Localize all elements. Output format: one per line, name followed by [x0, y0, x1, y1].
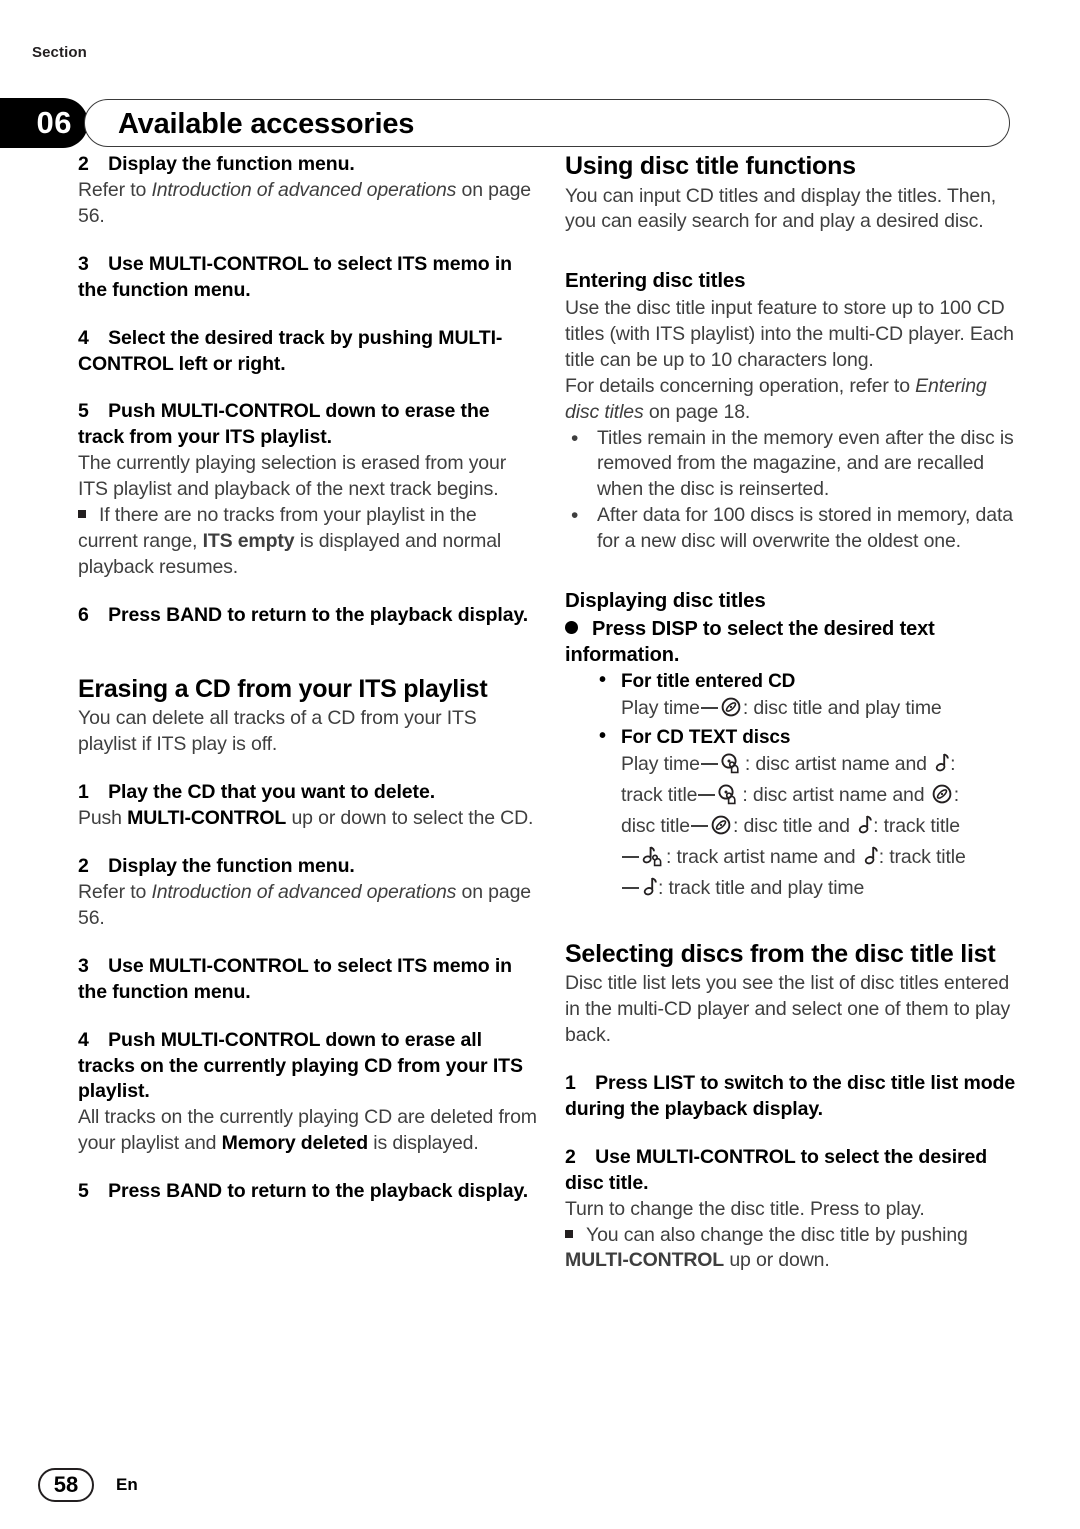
step-4-title: 4 Select the desired track by pushing MU… [78, 326, 503, 375]
erasing-step-1-title: 1 Play the CD that you want to delete. [78, 781, 436, 804]
step-5-title: 5 Push MULTI-CONTROL down to erase the t… [78, 400, 490, 449]
music-note-icon [641, 876, 657, 906]
display-mode-line: track title : disc artist name and : [595, 782, 1025, 813]
step-2-body: Refer to Introduction of advanced operat… [78, 178, 531, 227]
selecting-step-2-title: 2 Use MULTI-CONTROL to select the desire… [565, 1145, 988, 1194]
square-bullet-icon [78, 510, 86, 519]
heading-using-disc-title-functions: Using disc title functions [565, 152, 856, 180]
note-change-disc-title: You can also change the disc title by pu… [565, 1223, 968, 1272]
erasing-step-2-title: 2 Display the function menu. [78, 855, 355, 878]
display-mode-line: : track artist name and : track title [595, 844, 1025, 875]
note-its-empty: If there are no tracks from your playlis… [78, 504, 502, 578]
dash-icon [690, 824, 708, 827]
music-note-icon [862, 845, 878, 875]
sub-heading: For title entered CD [595, 667, 1025, 695]
step-3-title: 3 Use MULTI-CONTROL to select ITS memo i… [78, 252, 512, 301]
selecting-intro: Disc title list lets you see the list of… [565, 972, 1011, 1046]
sub-heading: For CD TEXT discs [595, 724, 1025, 751]
disc-icon [931, 783, 953, 813]
display-mode-title-entered-cd: For title entered CD Play time : disc ti… [595, 667, 1025, 726]
entering-body-1: Use the disc title input feature to stor… [565, 296, 1014, 371]
display-mode-cd-text-discs: For CD TEXT discs Play time : disc artis… [595, 724, 1025, 906]
track-artist-icon [641, 845, 665, 875]
manual-page: Section 06 Available accessories 2 Displ… [0, 0, 1080, 1529]
dash-icon [622, 855, 639, 858]
page-footer: 58 En [38, 1468, 138, 1502]
erasing-intro: You can delete all tracks of a CD from y… [78, 707, 477, 756]
disc-artist-icon [717, 783, 741, 813]
using-intro: You can input CD titles and display the … [565, 184, 997, 233]
dash-icon [622, 886, 639, 889]
left-column: 2 Display the function menu. Refer to In… [78, 152, 538, 1205]
disc-icon [710, 814, 732, 844]
square-bullet-icon [565, 1229, 573, 1238]
dash-icon [700, 706, 718, 709]
disc-artist-icon [720, 752, 744, 782]
heading-erasing-cd: Erasing a CD from your ITS playlist [78, 674, 488, 703]
displaying-lead: Press DISP to select the desired text in… [565, 617, 935, 667]
step-2-title: 2 Display the function menu. [78, 153, 355, 175]
display-mode-line: disc title : disc title and : track titl… [595, 813, 1025, 844]
display-mode-line: Play time : disc artist name and : [595, 751, 1025, 782]
page-number: 58 [38, 1468, 94, 1502]
heading-selecting-discs: Selecting discs from the disc title list [565, 939, 996, 968]
list-item: After data for 100 discs is stored in me… [565, 502, 1025, 555]
heading-entering-disc-titles: Entering disc titles [565, 269, 746, 293]
erasing-step-3-title: 3 Use MULTI-CONTROL to select ITS memo i… [78, 954, 512, 1003]
music-note-icon [856, 814, 872, 844]
dash-icon [698, 794, 716, 797]
erasing-step-4-title: 4 Push MULTI-CONTROL down to erase all t… [78, 1028, 523, 1103]
erasing-step-2-body: Refer to Introduction of advanced operat… [78, 880, 531, 929]
language-code: En [116, 1475, 138, 1494]
display-mode-line: : track title and play time [595, 875, 1025, 906]
entering-body-2: For details concerning operation, refer … [565, 374, 987, 423]
section-number-badge: 06 [0, 98, 88, 148]
entering-bullet-list: Titles remain in the memory even after t… [565, 425, 1025, 556]
right-column: Using disc title functions You can input… [565, 152, 1025, 1274]
selecting-step-2-body: Turn to change the disc title. Press to … [565, 1197, 925, 1220]
page-header: Section 06 Available accessories [0, 36, 1080, 148]
page-title: Available accessories [118, 107, 415, 140]
round-bullet-icon [565, 620, 578, 634]
step-5-body: The currently playing selection is erase… [78, 452, 507, 501]
step-6-title: 6 Press BAND to return to the playback d… [78, 603, 529, 626]
section-label: Section [32, 44, 87, 61]
display-modes-list: For title entered CD Play time : disc ti… [565, 667, 1025, 906]
selecting-step-1-title: 1 Press LIST to switch to the disc title… [565, 1071, 1016, 1120]
music-note-icon [933, 752, 949, 782]
list-item: Titles remain in the memory even after t… [565, 425, 1025, 504]
display-mode-line: Play time : disc title and play time [595, 695, 1025, 726]
heading-displaying-disc-titles: Displaying disc titles [565, 589, 766, 613]
erasing-step-4-body: All tracks on the currently playing CD a… [78, 1106, 537, 1155]
erasing-step-1-body: Push MULTI-CONTROL up or down to select … [78, 807, 534, 830]
erasing-step-5-title: 5 Press BAND to return to the playback d… [78, 1180, 529, 1203]
dash-icon [700, 763, 718, 766]
disc-icon [720, 696, 742, 726]
